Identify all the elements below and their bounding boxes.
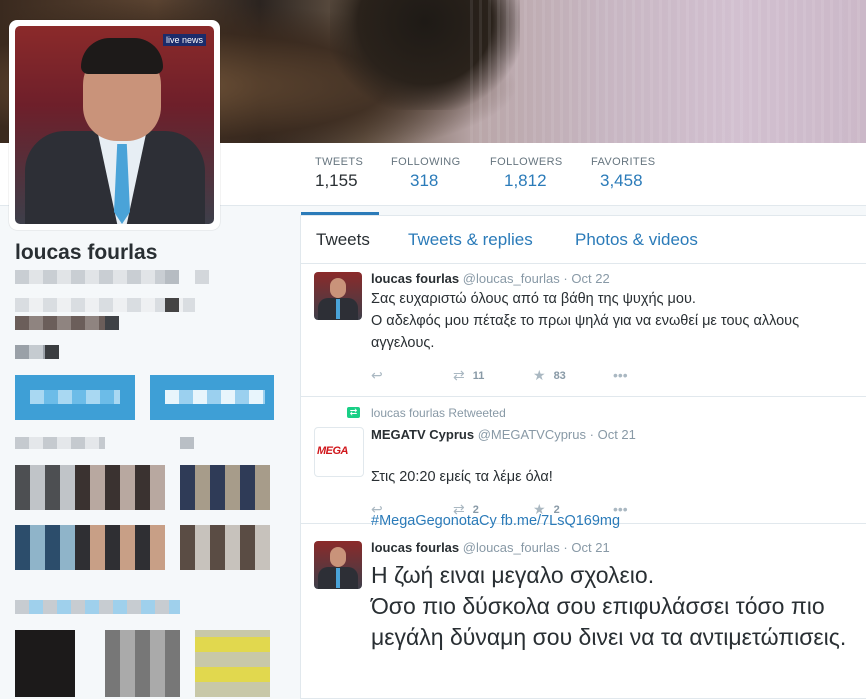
tweet-separator: ·	[563, 540, 568, 555]
tweet-author-name[interactable]: loucas fourlas	[371, 271, 459, 286]
redacted-block	[105, 316, 119, 330]
redacted-photo-thumb	[180, 465, 270, 510]
redacted-photo-thumb	[15, 525, 75, 570]
tab-tweets[interactable]: Tweets	[316, 230, 370, 250]
reply-icon: ↩	[371, 367, 383, 383]
stat-following[interactable]: FOLLOWING 318	[391, 156, 461, 191]
redacted-heading	[15, 437, 105, 449]
star-icon: ★	[533, 501, 546, 517]
avatar-face	[330, 547, 346, 567]
favorite-count: 2	[553, 503, 560, 516]
favorite-count: 83	[553, 369, 566, 382]
redacted-photo-thumb	[15, 630, 75, 697]
stat-tweets[interactable]: TWEETS 1,155	[300, 156, 380, 216]
redacted-block	[195, 270, 209, 284]
retweet-count: 2	[472, 503, 479, 516]
tweet-timestamp[interactable]: Oct 22	[571, 271, 609, 286]
mega-logo: MEGA	[317, 445, 349, 457]
tab-photos-videos[interactable]: Photos & videos	[575, 230, 698, 250]
retweet-button[interactable]: ⇄ 11	[453, 367, 484, 384]
redacted-block	[45, 345, 59, 359]
tweet-text: Η ζωή ειναι μεγαλο σχολειο. Όσο πιο δύσκ…	[371, 562, 847, 650]
stat-value: 1,155	[315, 171, 358, 190]
timeline: Tweets Tweets & replies Photos & videos …	[300, 215, 866, 699]
favorite-button[interactable]: ★ 2	[533, 501, 560, 518]
timeline-tabs: Tweets Tweets & replies Photos & videos	[301, 216, 866, 264]
tweet-avatar[interactable]	[314, 541, 362, 589]
stat-label: FOLLOWERS	[490, 156, 563, 168]
stat-value: 318	[410, 171, 439, 190]
profile-avatar-frame[interactable]: live news	[9, 20, 220, 230]
retweet-icon: ⇄	[453, 501, 465, 517]
tweet-avatar[interactable]: MEGA	[314, 427, 364, 477]
stat-label: TWEETS	[315, 156, 364, 168]
tweet-separator: ·	[589, 427, 594, 442]
tweet-author-handle[interactable]: @loucas_fourlas	[463, 540, 560, 555]
redacted-bio-line	[15, 270, 165, 284]
redacted-photo-thumb	[105, 630, 180, 697]
tweet-separator: ·	[563, 271, 568, 286]
more-button[interactable]: •••	[613, 367, 628, 383]
redacted-block	[165, 298, 179, 312]
retweet-button[interactable]: ⇄ 2	[453, 501, 479, 518]
tweet-timestamp[interactable]: Oct 21	[571, 540, 609, 555]
stat-label: FOLLOWING	[391, 156, 461, 168]
tab-tweets-replies[interactable]: Tweets & replies	[408, 230, 533, 250]
redacted-block	[165, 270, 179, 284]
tweet-header: loucas fourlas @loucas_fourlas · Oct 22	[371, 271, 610, 286]
stat-value: 1,812	[504, 171, 547, 190]
star-icon: ★	[533, 367, 546, 383]
favorite-button[interactable]: ★ 83	[533, 367, 566, 384]
more-icon: •••	[613, 367, 628, 383]
stat-followers[interactable]: FOLLOWERS 1,812	[490, 156, 563, 191]
avatar-face	[330, 278, 346, 298]
avatar-channel-logo: live news	[162, 34, 206, 46]
tweet-item[interactable]: loucas fourlas @loucas_fourlas · Oct 21 …	[301, 524, 866, 698]
tweet-author-name[interactable]: MEGATV Cyprus	[371, 427, 474, 442]
retweet-count: 11	[472, 369, 485, 382]
tweet-text-body: Στις 20:20 εμείς τα λέμε όλα!	[371, 469, 553, 485]
tweet-header: MEGATV Cyprus @MEGATVCyprus · Oct 21	[371, 427, 636, 442]
redacted-bio-line	[15, 316, 105, 330]
redacted-photo-thumb	[75, 525, 165, 570]
profile-name[interactable]: loucas fourlas	[15, 241, 157, 265]
tweet-author-handle[interactable]: @MEGATVCyprus	[478, 427, 586, 442]
reply-icon: ↩	[371, 501, 383, 517]
tweet-author-handle[interactable]: @loucas_fourlas	[463, 271, 560, 286]
tweet-header: loucas fourlas @loucas_fourlas · Oct 21	[371, 540, 610, 555]
retweet-icon: ⇄	[453, 367, 465, 383]
more-button[interactable]: •••	[613, 501, 628, 517]
redacted-photo-thumb	[75, 465, 165, 510]
avatar-hair	[81, 38, 163, 74]
redacted-block	[180, 437, 194, 449]
retweeted-by[interactable]: loucas fourlas Retweeted	[371, 406, 506, 420]
tweet-text: Στις 20:20 εμείς τα λέμε όλα! #MegaGegon…	[371, 444, 861, 532]
redacted-button-text	[165, 390, 265, 404]
tweet-timestamp[interactable]: Oct 21	[598, 427, 636, 442]
tweet-item[interactable]: ⇄ loucas fourlas Retweeted MEGA MEGATV C…	[301, 397, 866, 529]
stat-favorites[interactable]: FAVORITES 3,458	[591, 156, 656, 191]
avatar-tie	[336, 568, 340, 588]
banner-water	[470, 0, 866, 143]
tweet-text: Σας ευχαριστώ όλους από τα βάθη της ψυχή…	[371, 291, 800, 351]
tweet-author-name[interactable]: loucas fourlas	[371, 540, 459, 555]
redacted-photo-thumb	[195, 630, 270, 697]
reply-button[interactable]: ↩	[371, 367, 383, 384]
more-icon: •••	[613, 501, 628, 517]
redacted-photo-thumb	[180, 525, 270, 570]
tweet-avatar[interactable]	[314, 272, 362, 320]
reply-button[interactable]: ↩	[371, 501, 383, 518]
tweet-item[interactable]: loucas fourlas @loucas_fourlas · Oct 22 …	[301, 264, 866, 397]
redacted-heading	[15, 600, 180, 614]
stat-label: FAVORITES	[591, 156, 656, 168]
avatar: live news	[15, 26, 214, 224]
retweet-icon: ⇄	[347, 407, 360, 418]
avatar-tie	[336, 299, 340, 319]
stat-value: 3,458	[600, 171, 643, 190]
redacted-button-text	[30, 390, 120, 404]
